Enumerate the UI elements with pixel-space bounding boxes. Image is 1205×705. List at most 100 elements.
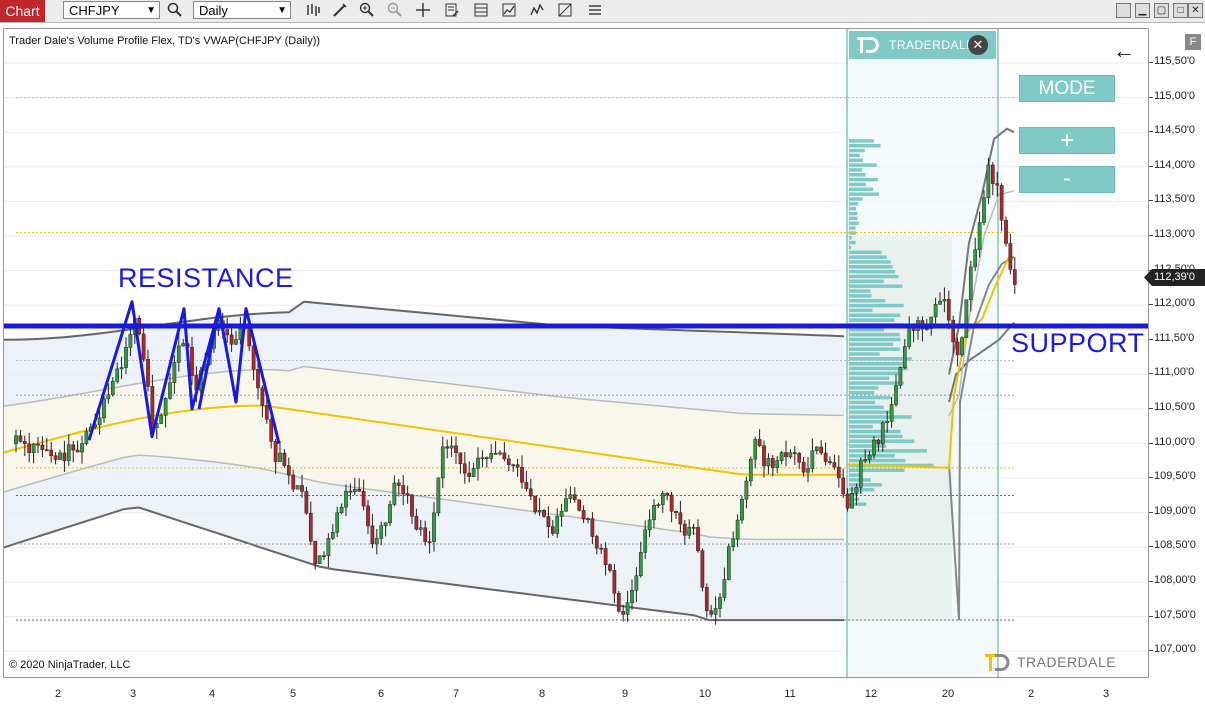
candle-body [564, 498, 568, 512]
minimize-icon[interactable]: ▁ [1135, 3, 1150, 18]
candle-body [775, 460, 780, 468]
restore-icon[interactable] [1116, 3, 1131, 18]
candle-body [225, 329, 230, 336]
candle-body [322, 555, 326, 558]
profile-bar [849, 163, 877, 167]
price-tick [1149, 650, 1153, 652]
close-icon[interactable]: ✕ [968, 35, 988, 55]
candle-body [894, 385, 898, 405]
candle-body [172, 362, 177, 383]
crosshair-icon[interactable] [414, 2, 432, 20]
candle-body [414, 515, 419, 530]
candle-body [854, 487, 859, 494]
zoom-out-icon[interactable] [386, 2, 404, 20]
price-tick [1149, 477, 1153, 479]
candle-body [146, 359, 150, 387]
profile-bar [849, 192, 879, 196]
minus-button[interactable]: - [1019, 166, 1115, 193]
candle-body [792, 452, 797, 455]
zoom-in-icon[interactable] [358, 2, 376, 20]
candle-body [533, 495, 538, 512]
candle-body [286, 465, 291, 476]
candle-body [405, 493, 410, 496]
candle-body [555, 516, 560, 534]
candle-body [124, 347, 128, 368]
profile-bar [849, 269, 896, 274]
candle-body [902, 346, 907, 368]
candle-body [872, 439, 876, 456]
candle-body [388, 504, 392, 523]
strategies-icon[interactable] [500, 2, 518, 20]
candle-body [462, 463, 467, 474]
plus-button[interactable]: + [1019, 127, 1115, 154]
data-box-icon[interactable] [472, 2, 490, 20]
profile-bar [849, 308, 873, 313]
candle-body [660, 493, 665, 505]
candle-body [27, 443, 32, 453]
candle-body [995, 183, 1000, 186]
price-tick [1149, 338, 1153, 340]
profile-bar [849, 284, 903, 288]
bar-type-icon[interactable] [304, 2, 322, 20]
candle-body [942, 299, 947, 302]
candle-body [577, 499, 582, 511]
candle-body [106, 394, 111, 400]
close-icon[interactable]: ✕ [1188, 3, 1203, 18]
candle-body [511, 464, 516, 467]
chart-plot-area[interactable] [3, 28, 1149, 678]
left-arrow-icon[interactable]: ← [1113, 38, 1135, 64]
candle-body [581, 510, 586, 520]
chevron-down-icon: ▼ [277, 5, 287, 16]
price-chart [4, 29, 1148, 677]
price-tick [1149, 511, 1153, 513]
candle-body [119, 367, 124, 370]
candle-body [797, 453, 802, 463]
candle-body [502, 452, 507, 460]
drawing-objects-icon[interactable] [556, 2, 574, 20]
chart-tab[interactable]: Chart [0, 0, 45, 22]
candle-body [836, 466, 841, 479]
candle-body [687, 526, 692, 536]
candle-body [141, 333, 146, 360]
candle-body [753, 439, 758, 460]
candle-body [968, 266, 973, 300]
search-icon[interactable] [166, 2, 184, 20]
traderdale-header: TRADERDALE ✕ [849, 31, 996, 59]
instrument-selector[interactable]: CHFJPY ▼ [63, 1, 160, 19]
profile-bar [849, 429, 901, 434]
candle-body [647, 519, 652, 531]
candle-body [493, 453, 498, 455]
profile-bar [849, 226, 856, 230]
mode-button[interactable]: MODE [1019, 75, 1115, 102]
maximize-icon[interactable]: □ [1173, 3, 1188, 18]
candle-body [832, 462, 837, 468]
candle-body [625, 602, 630, 615]
draw-tool-icon[interactable] [331, 2, 349, 20]
candle-body [273, 441, 278, 462]
candle-body [590, 518, 595, 537]
candle-body [696, 527, 700, 552]
menu-icon[interactable] [586, 2, 604, 20]
interval-selector[interactable]: Daily ▼ [193, 1, 291, 19]
profile-bar [849, 158, 863, 162]
candle-body [44, 449, 49, 452]
copyright-text: © 2020 NinjaTrader, LLC [9, 659, 131, 671]
indicators-icon[interactable] [528, 2, 546, 20]
candle-body [630, 589, 634, 603]
candle-body [559, 511, 564, 517]
candle-body [643, 529, 648, 553]
time-axis[interactable]: 2 3 4 5 6 7 8 9 10 11 12 20 2 3 [3, 678, 1149, 705]
profile-bar [849, 255, 887, 259]
candle-body [524, 482, 529, 490]
candle-body [515, 464, 520, 468]
properties-icon[interactable] [443, 2, 461, 20]
price-label: 111,00'0 [1154, 366, 1195, 379]
candle-body [594, 536, 599, 549]
price-axis[interactable]: 115,50'0 115,00'0 114,50'0 114,00'0 113,50'0… [1149, 28, 1205, 678]
profile-bar [849, 139, 874, 143]
candle-body [260, 387, 265, 406]
candle-body [256, 369, 260, 389]
maximize-icon[interactable]: ▢ [1154, 3, 1169, 18]
candle-body [163, 398, 168, 416]
profile-bar [849, 328, 884, 332]
